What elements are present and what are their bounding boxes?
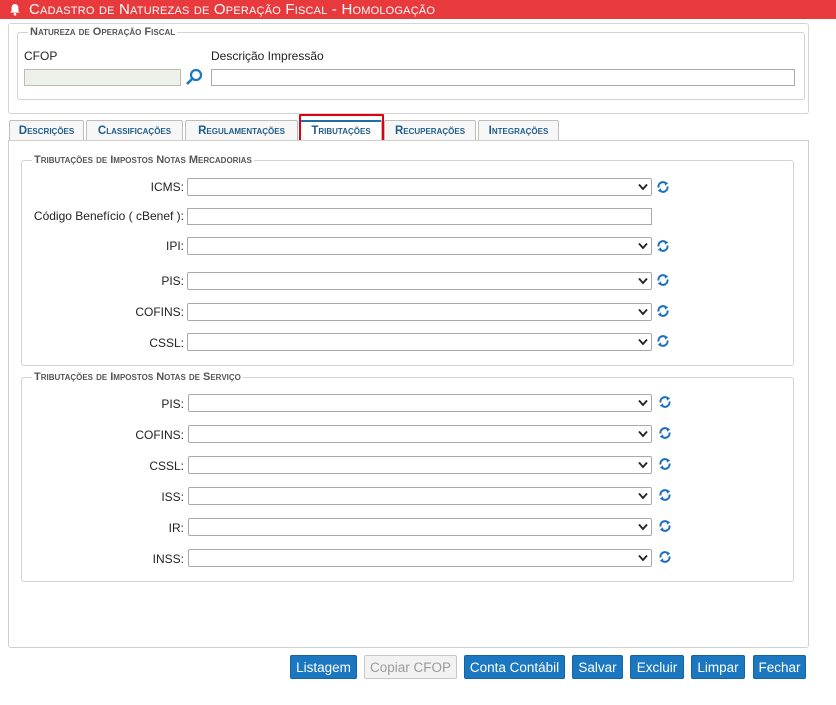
refresh-icon[interactable] bbox=[658, 550, 672, 564]
mercadorias-legend: Tributações de Impostos Notas Mercadoria… bbox=[34, 154, 252, 166]
conta-contabil-button[interactable]: Conta Contábil bbox=[464, 655, 565, 679]
refresh-icon[interactable] bbox=[658, 457, 672, 471]
chevron-down-icon bbox=[638, 523, 648, 531]
chevron-down-icon bbox=[638, 308, 648, 316]
servico-cofins-label: COFINS: bbox=[135, 428, 184, 442]
cfop-field[interactable] bbox=[24, 69, 181, 86]
descricao-label: Descrição Impressão bbox=[211, 49, 324, 63]
excluir-button[interactable]: Excluir bbox=[630, 655, 684, 679]
cbenef-field[interactable] bbox=[187, 208, 652, 225]
window-title: Cadastro de Naturezas de Operação Fiscal… bbox=[29, 1, 436, 18]
tab-tributacoes[interactable]: Tributações bbox=[300, 120, 382, 140]
natureza-fieldset: Natureza de Operação Fiscal bbox=[17, 26, 805, 100]
servico-pis-select[interactable] bbox=[188, 394, 652, 412]
natureza-panel: Natureza de Operação Fiscal CFOP Descriç… bbox=[8, 23, 809, 114]
servico-cofins-select[interactable] bbox=[188, 425, 652, 443]
refresh-icon[interactable] bbox=[656, 273, 670, 287]
cssl-label: CSSL: bbox=[149, 336, 184, 350]
refresh-icon[interactable] bbox=[656, 239, 670, 253]
title-bar: Cadastro de Naturezas de Operação Fiscal… bbox=[0, 0, 836, 19]
cbenef-label: Código Benefício ( cBenef ): bbox=[33, 209, 184, 223]
cofins-select[interactable] bbox=[187, 303, 652, 321]
cfop-label: CFOP bbox=[24, 49, 58, 63]
chevron-down-icon bbox=[638, 430, 648, 438]
bell-icon bbox=[10, 4, 20, 16]
refresh-icon[interactable] bbox=[658, 488, 672, 502]
descricao-field[interactable] bbox=[211, 69, 795, 86]
chevron-down-icon bbox=[638, 338, 648, 346]
tab-classificacoes[interactable]: Classificações bbox=[86, 120, 183, 140]
chevron-down-icon bbox=[638, 399, 648, 407]
chevron-down-icon bbox=[638, 554, 648, 562]
servico-cssl-select[interactable] bbox=[188, 456, 652, 474]
tab-regulamentacoes[interactable]: Regulamentações bbox=[185, 120, 298, 140]
fechar-button[interactable]: Fechar bbox=[753, 655, 806, 679]
refresh-icon[interactable] bbox=[656, 304, 670, 318]
refresh-icon[interactable] bbox=[658, 395, 672, 409]
ipi-label: IPI: bbox=[165, 239, 184, 253]
refresh-icon[interactable] bbox=[656, 334, 670, 348]
chevron-down-icon bbox=[638, 492, 648, 500]
copiar-cfop-button: Copiar CFOP bbox=[364, 655, 457, 679]
listagem-button[interactable]: Listagem bbox=[290, 655, 357, 679]
servico-cssl-label: CSSL: bbox=[149, 459, 184, 473]
tab-recuperacoes[interactable]: Recuperações bbox=[384, 120, 476, 140]
search-icon[interactable] bbox=[186, 68, 203, 85]
servico-legend: Tributações de Impostos Notas de Serviço bbox=[34, 371, 241, 383]
cssl-select[interactable] bbox=[187, 333, 652, 351]
refresh-icon[interactable] bbox=[658, 426, 672, 440]
servico-pis-label: PIS: bbox=[161, 397, 184, 411]
tab-descricoes[interactable]: Descrições bbox=[9, 120, 84, 140]
servico-inss-select[interactable] bbox=[188, 549, 652, 567]
ipi-select[interactable] bbox=[187, 237, 652, 255]
tab-integracoes[interactable]: Integrações bbox=[478, 120, 559, 140]
pis-select[interactable] bbox=[187, 272, 652, 290]
servico-iss-label: ISS: bbox=[161, 490, 184, 504]
icms-label: ICMS: bbox=[150, 180, 184, 194]
servico-ir-select[interactable] bbox=[188, 518, 652, 536]
servico-inss-label: INSS: bbox=[152, 552, 184, 566]
chevron-down-icon bbox=[638, 242, 648, 250]
servico-ir-label: IR: bbox=[168, 521, 184, 535]
chevron-down-icon bbox=[638, 461, 648, 469]
cofins-label: COFINS: bbox=[135, 305, 184, 319]
salvar-button[interactable]: Salvar bbox=[572, 655, 623, 679]
pis-label: PIS: bbox=[161, 274, 184, 288]
tributacoes-panel: Tributações de Impostos Notas Mercadoria… bbox=[8, 140, 809, 648]
chevron-down-icon bbox=[638, 183, 648, 191]
natureza-legend: Natureza de Operação Fiscal bbox=[30, 26, 176, 38]
limpar-button[interactable]: Limpar bbox=[691, 655, 745, 679]
icms-select[interactable] bbox=[187, 178, 652, 196]
chevron-down-icon bbox=[638, 277, 648, 285]
refresh-icon[interactable] bbox=[656, 180, 670, 194]
servico-iss-select[interactable] bbox=[188, 487, 652, 505]
refresh-icon[interactable] bbox=[658, 519, 672, 533]
